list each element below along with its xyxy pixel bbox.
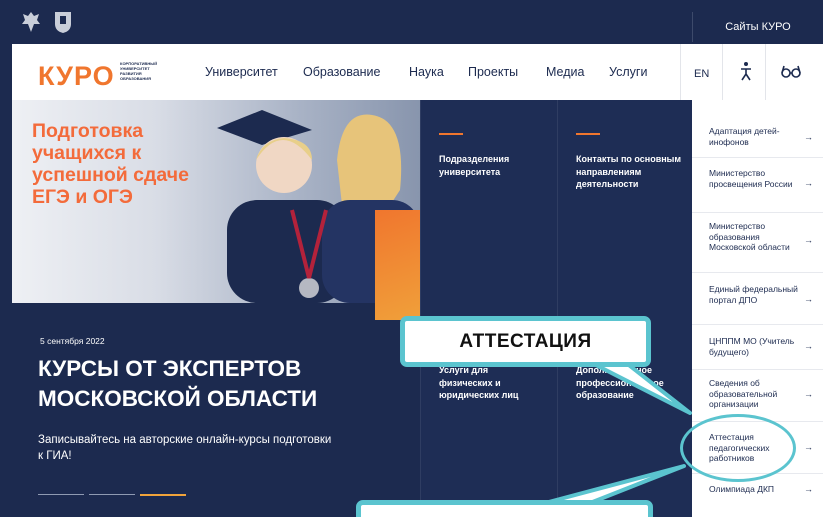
hero-banner[interactable]: Подготовка учащихся к успешной сдаче ЕГЭ…: [12, 100, 420, 517]
nav-media[interactable]: Медиа: [546, 65, 584, 79]
attestation-highlight: [680, 414, 796, 482]
accessibility-icon[interactable]: [735, 60, 757, 82]
sidebar-item-label: Олимпиада ДКП: [709, 484, 775, 494]
nav-divider: [765, 44, 766, 100]
main-navbar: КУРО КОРПОРАТИВНЫЙ УНИВЕРСИТЕТ РАЗВИТИЯ …: [12, 44, 823, 100]
tile-label: Дополнительное профессиональное образова…: [576, 365, 664, 400]
arrow-right-icon: →: [804, 389, 813, 399]
sidebar-item-ministry-mo[interactable]: Министерство образования Московской обла…: [692, 213, 823, 273]
regional-emblem-icon[interactable]: [52, 10, 74, 34]
sidebar-item-adaptation[interactable]: Адаптация детей-инофонов →: [692, 100, 823, 158]
arrow-right-icon: →: [804, 235, 813, 245]
nav-projects[interactable]: Проекты: [468, 65, 518, 79]
logo-subtitle: КОРПОРАТИВНЫЙ УНИВЕРСИТЕТ РАЗВИТИЯ ОБРАЗ…: [120, 61, 158, 81]
sites-kuro-button[interactable]: Сайты КУРО: [692, 12, 823, 42]
nav-services[interactable]: Услуги: [609, 65, 647, 79]
sidebar-item-label: Адаптация детей-инофонов: [709, 126, 780, 147]
arrow-right-icon: →: [804, 341, 813, 351]
arrow-right-icon: →: [804, 442, 813, 452]
nav-divider: [680, 44, 681, 100]
tile-label: Подразделения университета: [439, 154, 510, 177]
language-switch[interactable]: EN: [694, 68, 709, 80]
hero-date: 5 сентября 2022: [40, 336, 105, 346]
coat-of-arms-icon[interactable]: [20, 10, 42, 34]
attestation-callout: АТТЕСТАЦИЯ: [400, 316, 651, 367]
tile-contacts[interactable]: Контакты по основным направлениям деятел…: [557, 100, 692, 310]
hero-text: Записывайтесь на авторские онлайн-курсы …: [38, 434, 332, 462]
arrow-right-icon: →: [804, 132, 813, 142]
top-bar: Сайты КУРО: [0, 0, 823, 44]
tile-departments[interactable]: Подразделения университета: [420, 100, 557, 310]
hero-title: Подготовка учащихся к успешной сдаче ЕГЭ…: [32, 120, 189, 208]
nav-university[interactable]: Университет: [205, 65, 278, 79]
sidebar-item-cnppm[interactable]: ЦНППМ МО (Учитель будущего) →: [692, 325, 823, 370]
sidebar-item-label: Министерство просвещения России: [709, 168, 793, 189]
secondary-callout: [356, 500, 653, 517]
arrow-right-icon: →: [804, 294, 813, 304]
tile-label: Услуги для физических и юридических лиц: [439, 365, 519, 400]
tile-label: Контакты по основным направлениям деятел…: [576, 154, 682, 189]
nav-education[interactable]: Образование: [303, 65, 380, 79]
sidebar-item-label: Единый федеральный портал ДПО: [709, 284, 798, 305]
sidebar-item-label: Министерство образования Московской обла…: [709, 221, 790, 252]
nav-science[interactable]: Наука: [409, 65, 444, 79]
slider-dot-2[interactable]: [89, 494, 135, 495]
hero-headline: КУРСЫ ОТ ЭКСПЕРТОВ МОСКОВСКОЙ ОБЛАСТИ: [38, 356, 318, 411]
sidebar-item-olympiad[interactable]: Олимпиада ДКП →: [692, 474, 823, 517]
arrow-right-icon: →: [804, 484, 813, 494]
slider-dot-1[interactable]: [38, 494, 84, 495]
sidebar-item-label: ЦНППМ МО (Учитель будущего): [709, 336, 795, 357]
tile-accent: [576, 133, 600, 135]
sidebar-item-label: Сведения об образовательной организации: [709, 378, 778, 409]
glasses-icon[interactable]: [780, 60, 802, 82]
slider-dot-3[interactable]: [140, 494, 186, 496]
arrow-right-icon: →: [804, 178, 813, 188]
tile-accent: [439, 133, 463, 135]
nav-divider: [722, 44, 723, 100]
sidebar-item-dpo-portal[interactable]: Единый федеральный портал ДПО →: [692, 273, 823, 325]
kuro-logo[interactable]: КУРО: [38, 61, 115, 92]
sidebar-item-org-info[interactable]: Сведения об образовательной организации …: [692, 370, 823, 422]
sidebar-item-ministry-russia[interactable]: Министерство просвещения России →: [692, 158, 823, 213]
